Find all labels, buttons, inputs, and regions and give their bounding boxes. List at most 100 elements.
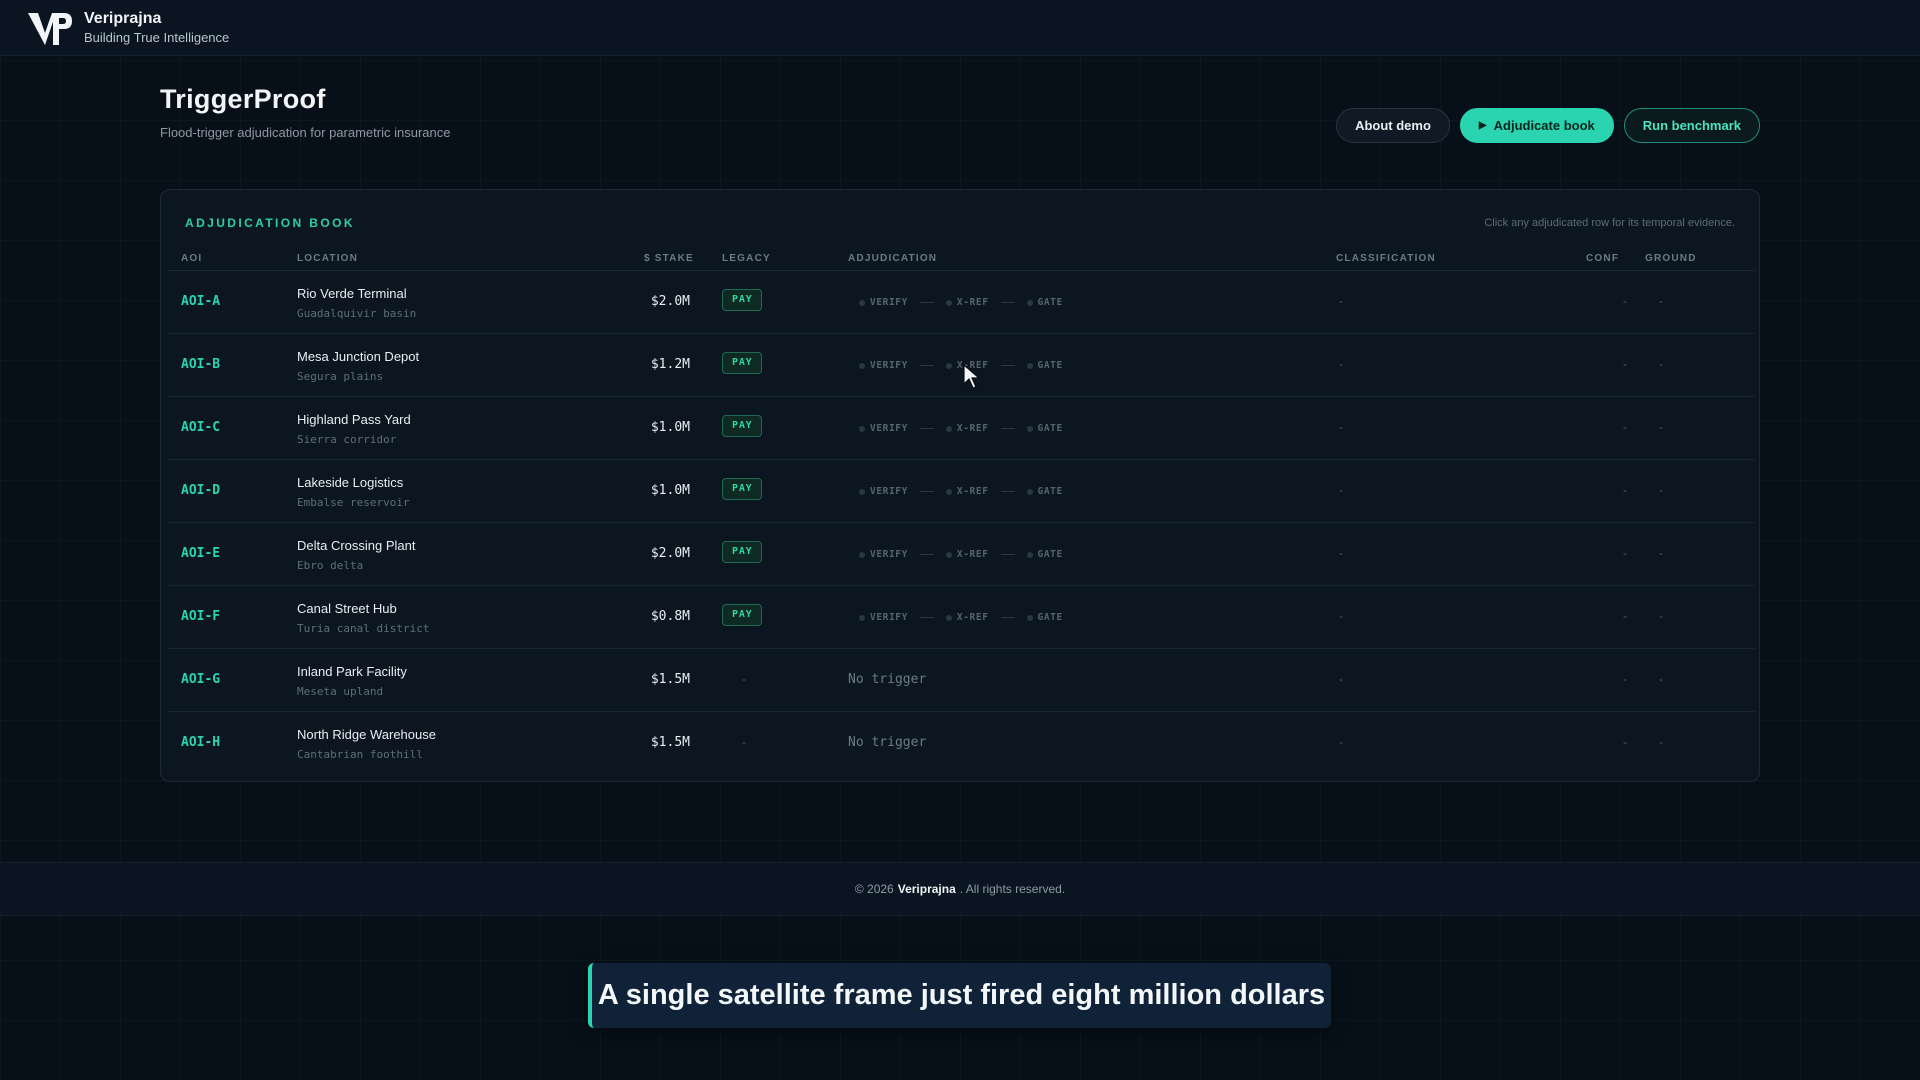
classification-value: - [1339,483,1343,497]
pipeline-step: VERIFY [859,612,908,623]
location-region: Guadalquivir basin [297,307,417,320]
classification-value: - [1339,672,1343,686]
play-icon: ▶ [1478,120,1487,131]
legacy-pay-badge: PAY [722,541,763,563]
conf-value: - [1623,672,1627,686]
status-dot-icon [859,551,865,558]
location-name: Rio Verde Terminal [297,286,407,301]
pipeline-step: X-REF [945,549,989,560]
ground-value: - [1659,483,1663,497]
column-stake: $ STAKE [644,253,694,264]
pipeline-step: VERIFY [859,423,908,434]
status-dot-icon [1026,488,1033,495]
status-dot-icon [945,425,952,432]
table-header: AOI LOCATION $ STAKE LEGACY ADJUDICATION… [167,245,1755,271]
pipeline-step-label: GATE [1037,360,1063,371]
aoi-id: AOI-B [181,357,221,372]
pipeline-step: VERIFY [859,360,908,371]
pipeline-step-label: X-REF [956,612,989,623]
pipeline-step-label: VERIFY [870,549,908,560]
stake-value: $1.2M [650,357,690,372]
pipeline-connector [919,365,934,366]
about-demo-label: About demo [1355,118,1431,133]
run-benchmark-button[interactable]: Run benchmark [1623,108,1760,143]
adjudication-pipeline: VERIFY X-REF GATE [859,423,1063,434]
pipeline-connector [919,302,934,303]
about-demo-button[interactable]: About demo [1336,108,1450,143]
table-row[interactable]: AOI-H North Ridge Warehouse Cantabrian foo… [167,712,1755,775]
top-bar: Veriprajna Building True Intelligence [0,0,1920,56]
classification-value: - [1339,735,1343,749]
table-row[interactable]: AOI-E Delta Crossing Plant Ebro delta $2.0M… [167,523,1755,586]
pipeline-connector [1000,554,1015,555]
status-dot-icon [945,488,952,495]
location-region: Embalse reservoir [297,496,410,509]
conf-value: - [1623,357,1627,371]
run-benchmark-label: Run benchmark [1642,118,1741,133]
adjudicate-book-button[interactable]: ▶ Adjudicate book [1459,108,1614,143]
stake-value: $2.0M [650,546,690,561]
pipeline-step: X-REF [945,612,989,623]
status-dot-icon [945,362,952,369]
legacy-value: - [742,735,746,749]
footer-copyright: © 2026 [854,882,894,896]
aoi-id: AOI-F [181,609,221,624]
adjudication-pipeline: VERIFY X-REF GATE [859,549,1063,560]
status-dot-icon [945,299,952,306]
caption-text: A single satellite frame just fired eigh… [597,979,1326,1011]
card-title: ADJUDICATION BOOK [185,216,355,230]
header-actions: About demo ▶ Adjudicate book Run benchma… [1336,108,1760,143]
location-name: Lakeside Logistics [297,475,404,490]
pipeline-step-label: VERIFY [870,486,908,497]
column-aoi: AOI [181,253,203,264]
classification-value: - [1339,546,1343,560]
ground-value: - [1659,546,1663,560]
location-region: Segura plains [297,370,384,383]
table-row[interactable]: AOI-C Highland Pass Yard Sierra corridor $1… [167,397,1755,460]
column-adjudication: ADJUDICATION [848,253,938,264]
adjudication-status: No trigger [848,672,927,687]
pipeline-step-label: GATE [1037,297,1063,308]
location-region: Meseta upland [297,685,384,698]
pipeline-step: X-REF [945,486,989,497]
aoi-id: AOI-A [181,294,221,309]
stake-value: $0.8M [650,609,690,624]
table-body: AOI-A Rio Verde Terminal Guadalquivir basi… [167,271,1755,775]
location-region: Ebro delta [297,559,364,572]
location-name: Delta Crossing Plant [297,538,416,553]
pipeline-step: GATE [1026,612,1063,623]
pipeline-step: VERIFY [859,549,908,560]
status-dot-icon [859,362,865,369]
pipeline-step-label: X-REF [956,423,989,434]
pipeline-step-label: X-REF [956,486,989,497]
classification-value: - [1339,357,1343,371]
aoi-id: AOI-E [181,546,221,561]
status-dot-icon [945,614,952,621]
stake-value: $2.0M [650,294,690,309]
table-row[interactable]: AOI-G Inland Park Facility Meseta upland $1… [167,649,1755,712]
pipeline-step-label: VERIFY [870,360,908,371]
table-row[interactable]: AOI-B Mesa Junction Depot Segura plains $1.… [167,334,1755,397]
pipeline-connector [1000,302,1015,303]
status-dot-icon [1026,362,1033,369]
status-dot-icon [1026,425,1033,432]
column-classification: CLASSIFICATION [1336,253,1436,264]
column-location: LOCATION [297,253,359,264]
table-row[interactable]: AOI-F Canal Street Hub Turia canal distric… [167,586,1755,649]
conf-value: - [1623,609,1627,623]
pipeline-step-label: GATE [1037,486,1063,497]
table-row[interactable]: AOI-D Lakeside Logistics Embalse reservoir… [167,460,1755,523]
pipeline-step: X-REF [945,297,989,308]
conf-value: - [1623,294,1627,308]
table-row[interactable]: AOI-A Rio Verde Terminal Guadalquivir basi… [167,271,1755,334]
column-legacy: LEGACY [722,253,771,264]
pipeline-step-label: X-REF [956,549,989,560]
pipeline-connector [919,554,934,555]
location-region: Sierra corridor [297,433,397,446]
conf-value: - [1623,420,1627,434]
status-dot-icon [1026,551,1033,558]
pipeline-step-label: VERIFY [870,423,908,434]
mouse-cursor-icon [963,364,981,389]
pipeline-step: GATE [1026,486,1063,497]
pipeline-step-label: VERIFY [870,297,908,308]
